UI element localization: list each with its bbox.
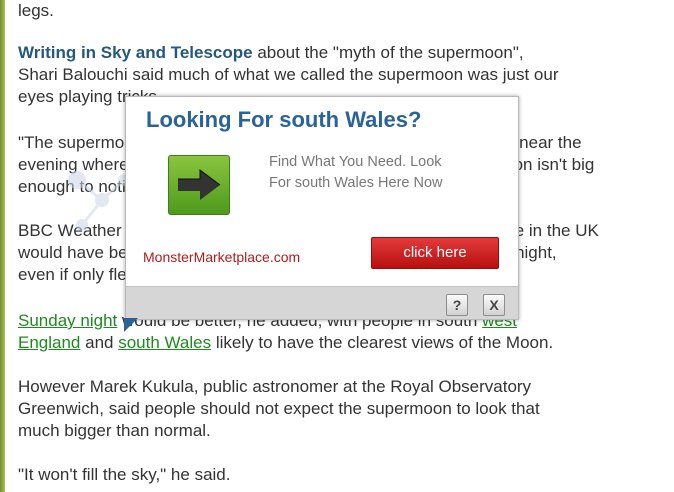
popup-corner-tab [124, 318, 138, 332]
arrow-icon[interactable] [168, 155, 230, 215]
article-paragraph-fragment: legs. [18, 1, 54, 20]
advertiser-url[interactable]: MonsterMarketplace.com [143, 249, 300, 265]
right-arrow-icon [178, 169, 221, 200]
ad-popup[interactable]: Looking For south Wales? Find What You N… [125, 96, 519, 320]
article-paragraph: However Marek Kukula, public astronomer … [18, 377, 540, 440]
popup-footer: ? X [126, 286, 518, 319]
click-here-button[interactable]: click here [371, 237, 499, 269]
popup-description[interactable]: Find What You Need. Look For south Wales… [269, 152, 484, 194]
article-paragraph: "It won't fill the sky," he said. [18, 465, 231, 484]
close-button[interactable]: X [483, 294, 505, 316]
popup-title[interactable]: Looking For south Wales? [146, 107, 421, 133]
ad-link-england[interactable]: England [18, 333, 80, 352]
ad-link-sunday-night[interactable]: Sunday night [18, 311, 117, 330]
ad-link-south-wales[interactable]: south Wales [118, 333, 211, 352]
sky-and-telescope-link[interactable]: Writing in Sky and Telescope [18, 43, 253, 62]
page-left-border [0, 0, 5, 492]
help-button[interactable]: ? [446, 294, 468, 316]
